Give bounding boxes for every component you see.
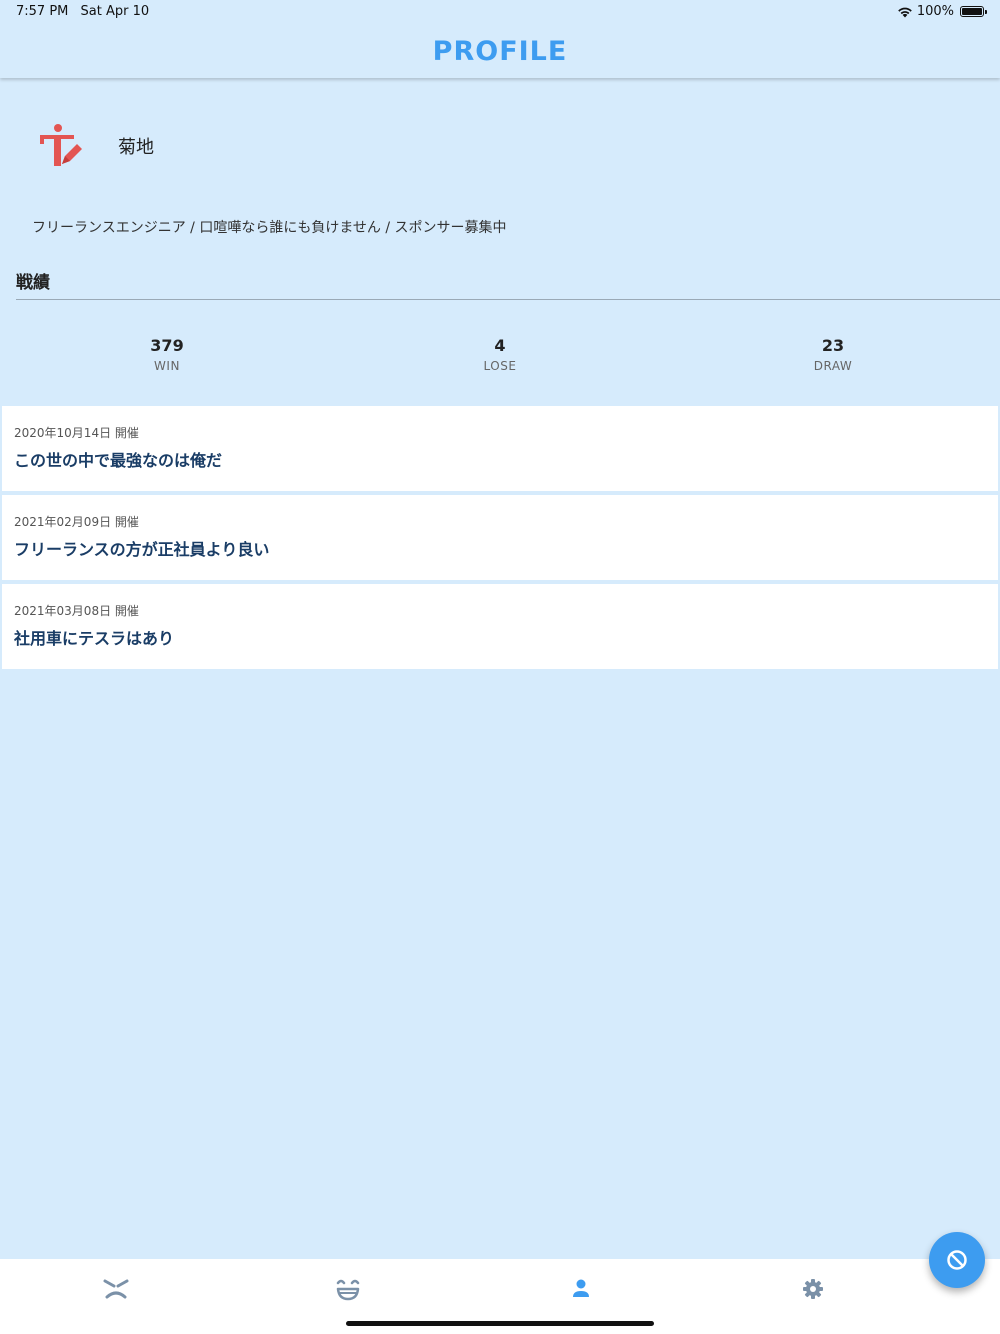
angry-face-icon <box>103 1279 129 1299</box>
event-date: 2020年10月14日 開催 <box>14 426 139 440</box>
profile-header: 菊地 <box>36 122 154 170</box>
block-fab-button[interactable] <box>929 1232 985 1288</box>
event-date: 2021年03月08日 開催 <box>14 604 139 618</box>
record-stats: 379 WIN 4 LOSE 23 DRAW <box>0 336 1000 380</box>
page-title: PROFILE <box>432 36 568 67</box>
event-title: フリーランスの方が正社員より良い <box>14 540 270 559</box>
stat-value: 4 <box>494 336 506 355</box>
stat-label: DRAW <box>813 359 853 373</box>
event-date: 2021年02月09日 開催 <box>14 515 139 529</box>
stat-label: WIN <box>154 359 180 373</box>
stat-win: 379 WIN <box>67 336 267 373</box>
gear-icon <box>803 1279 823 1299</box>
record-section-title: 戦績 <box>16 273 50 293</box>
battery-icon <box>960 6 987 17</box>
nav-tab-settings[interactable] <box>798 1275 828 1303</box>
laughing-face-icon <box>336 1279 360 1301</box>
event-list: 2020年10月14日 開催 この世の中で最強なのは俺だ 2021年02月09日… <box>2 406 998 673</box>
nav-tab-profile[interactable] <box>566 1275 596 1303</box>
event-title: 社用車にテスラはあり <box>14 629 175 648</box>
pedestrian-edit-icon <box>40 124 82 166</box>
user-name: 菊地 <box>118 137 154 158</box>
battery-percent: 100% <box>916 4 954 19</box>
status-bar: 7:57 PM Sat Apr 10 100% <box>0 0 1000 24</box>
stat-draw: 23 DRAW <box>733 336 933 373</box>
person-icon <box>573 1279 589 1297</box>
wifi-icon <box>898 7 912 17</box>
event-card[interactable]: 2021年03月08日 開催 社用車にテスラはあり <box>2 584 998 669</box>
event-card[interactable]: 2021年02月09日 開催 フリーランスの方が正社員より良い <box>2 495 998 580</box>
stat-lose: 4 LOSE <box>400 336 600 373</box>
stat-value: 23 <box>821 336 845 355</box>
status-date: Sat Apr 10 <box>80 4 150 19</box>
stat-value: 379 <box>150 336 184 355</box>
home-indicator[interactable] <box>346 1321 654 1326</box>
nav-tab-laugh[interactable] <box>333 1275 363 1303</box>
profile-bio: フリーランスエンジニア / 口喧嘩なら誰にも負けません / スポンサー募集中 <box>32 220 507 236</box>
stat-label: LOSE <box>483 359 517 373</box>
divider <box>16 299 1000 300</box>
event-card[interactable]: 2020年10月14日 開催 この世の中で最強なのは俺だ <box>2 406 998 491</box>
status-time: 7:57 PM <box>16 4 69 19</box>
event-title: この世の中で最強なのは俺だ <box>14 451 223 470</box>
nav-tab-angry[interactable] <box>101 1275 131 1303</box>
block-icon <box>947 1250 967 1270</box>
